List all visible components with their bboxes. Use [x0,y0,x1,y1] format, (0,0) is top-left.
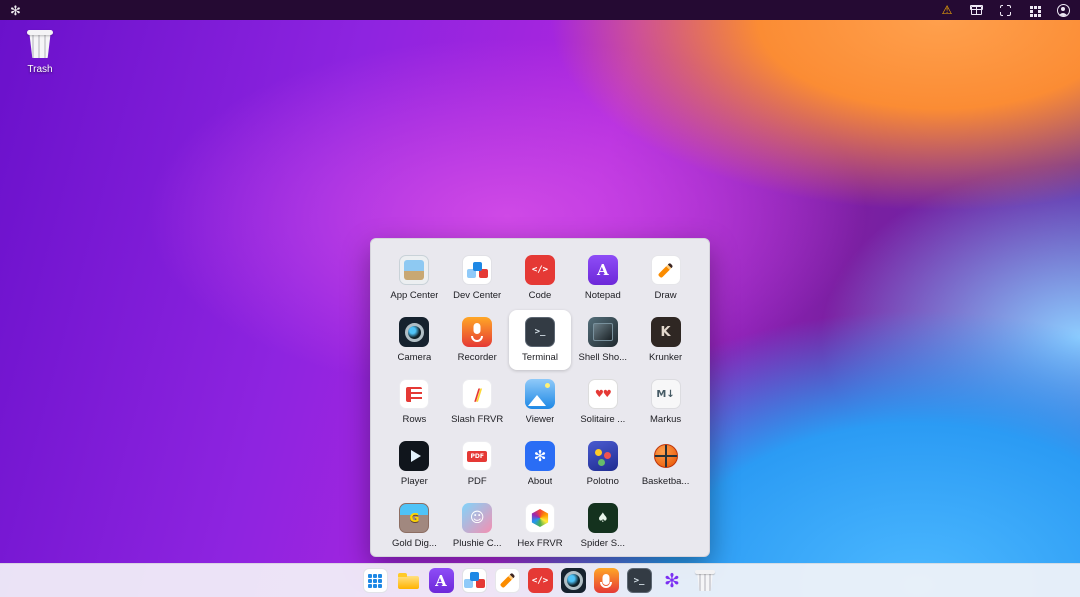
taskbar [0,563,1080,597]
launcher-app-app-center[interactable]: App Center [383,248,446,308]
recorder-icon [462,317,492,347]
markus-icon [651,379,681,409]
launcher-app-code[interactable]: Code [509,248,572,308]
taskbar-item-code[interactable] [528,568,553,593]
krunker-icon [651,317,681,347]
camera-icon [399,317,429,347]
rows-icon [399,379,429,409]
launcher-app-terminal[interactable]: Terminal [509,310,572,370]
app-center-icon [399,255,429,285]
launcher-app-label: PDF [468,476,487,487]
launcher-app-viewer[interactable]: Viewer [509,372,572,432]
launcher-app-label: Solitaire ... [580,414,625,425]
launcher-app-shell-sho[interactable]: Shell Sho... [571,310,634,370]
launcher-app-notepad[interactable]: Notepad [571,248,634,308]
desktop-trash-shortcut[interactable]: Trash [18,28,62,75]
spider-solitaire-icon [588,503,618,533]
launcher-app-camera[interactable]: Camera [383,310,446,370]
launcher-app-pdf[interactable]: PDF [446,434,509,494]
player-icon [399,441,429,471]
trash-icon [25,28,55,60]
launcher-grid: App Center Dev Center Code Notepad Draw Camer… [383,248,697,556]
pdf-icon [462,441,492,471]
terminal-icon [525,317,555,347]
launcher-app-label: Shell Sho... [578,352,627,363]
hex-frvr-icon [525,503,555,533]
trash-label: Trash [27,64,52,75]
launcher-app-player[interactable]: Player [383,434,446,494]
launcher-app-label: Terminal [522,352,558,363]
launcher-app-plushie-c[interactable]: Plushie C... [446,496,509,556]
launcher-app-label: Notepad [585,290,621,301]
launcher-app-label: Polotno [587,476,619,487]
launcher-app-label: About [528,476,553,487]
taskbar-item-camera[interactable] [561,568,586,593]
launcher-app-label: Slash FRVR [451,414,503,425]
launcher-app-spider-s[interactable]: Spider S... [571,496,634,556]
launcher-app-solitaire[interactable]: Solitaire ... [571,372,634,432]
launcher-app-slash-frvr[interactable]: Slash FRVR [446,372,509,432]
launcher-app-markus[interactable]: Markus [634,372,697,432]
top-bar: ✻ ⚠ [0,0,1080,20]
launcher-app-label: Basketba... [642,476,690,487]
taskbar-item-puter[interactable] [660,568,685,593]
shell-shockers-icon [588,317,618,347]
taskbar-item-terminal[interactable] [627,568,652,593]
taskbar-item-draw[interactable] [495,568,520,593]
launcher-app-krunker[interactable]: Krunker [634,310,697,370]
taskbar-item-trash[interactable] [693,568,718,593]
launcher-app-label: Krunker [649,352,682,363]
solitaire-icon [588,379,618,409]
launcher-app-rows[interactable]: Rows [383,372,446,432]
launcher-app-label: Markus [650,414,681,425]
slash-frvr-icon [462,379,492,409]
app-launcher-panel: App Center Dev Center Code Notepad Draw Camer… [370,238,710,557]
taskbar-item-dev-center[interactable] [462,568,487,593]
about-icon [525,441,555,471]
launcher-app-draw[interactable]: Draw [634,248,697,308]
taskbar-item-files[interactable] [396,568,421,593]
dev-center-icon [462,255,492,285]
launcher-app-gold-dig[interactable]: Gold Dig... [383,496,446,556]
launcher-app-label: Dev Center [453,290,501,301]
launcher-app-hex-frvr[interactable]: Hex FRVR [509,496,572,556]
launcher-app-recorder[interactable]: Recorder [446,310,509,370]
taskbar-item-launcher[interactable] [363,568,388,593]
gift-icon[interactable] [969,3,983,17]
notepad-icon [588,255,618,285]
plushie-creator-icon [462,503,492,533]
launcher-app-about[interactable]: About [509,434,572,494]
account-icon[interactable] [1056,3,1070,17]
launcher-app-label: Spider S... [581,538,625,549]
launcher-app-dev-center[interactable]: Dev Center [446,248,509,308]
launcher-app-label: Recorder [458,352,497,363]
launcher-app-label: Player [401,476,428,487]
code-icon [525,255,555,285]
launcher-app-label: Hex FRVR [517,538,562,549]
viewer-icon [525,379,555,409]
puter-logo-icon[interactable]: ✻ [10,4,21,17]
desktop-screen: ✻ ⚠ Trash App Center Dev Center Code Notepa… [0,0,1080,597]
launcher-app-label: Draw [655,290,677,301]
launcher-app-label: Code [529,290,552,301]
launcher-app-label: Gold Dig... [392,538,437,549]
warning-icon[interactable]: ⚠ [940,3,954,17]
polotno-icon [588,441,618,471]
basketball-icon [651,441,681,471]
gold-digger-icon [399,503,429,533]
taskbar-item-notepad[interactable] [429,568,454,593]
launcher-app-label: Camera [398,352,432,363]
launcher-app-basketba[interactable]: Basketba... [634,434,697,494]
launcher-app-label: App Center [390,290,438,301]
fullscreen-icon[interactable] [998,3,1012,17]
launcher-app-polotno[interactable]: Polotno [571,434,634,494]
qr-icon[interactable] [1027,3,1041,17]
taskbar-item-recorder[interactable] [594,568,619,593]
draw-icon [651,255,681,285]
launcher-app-label: Plushie C... [453,538,502,549]
launcher-app-label: Viewer [526,414,555,425]
launcher-app-label: Rows [403,414,427,425]
topbar-right-icons: ⚠ [940,3,1070,17]
